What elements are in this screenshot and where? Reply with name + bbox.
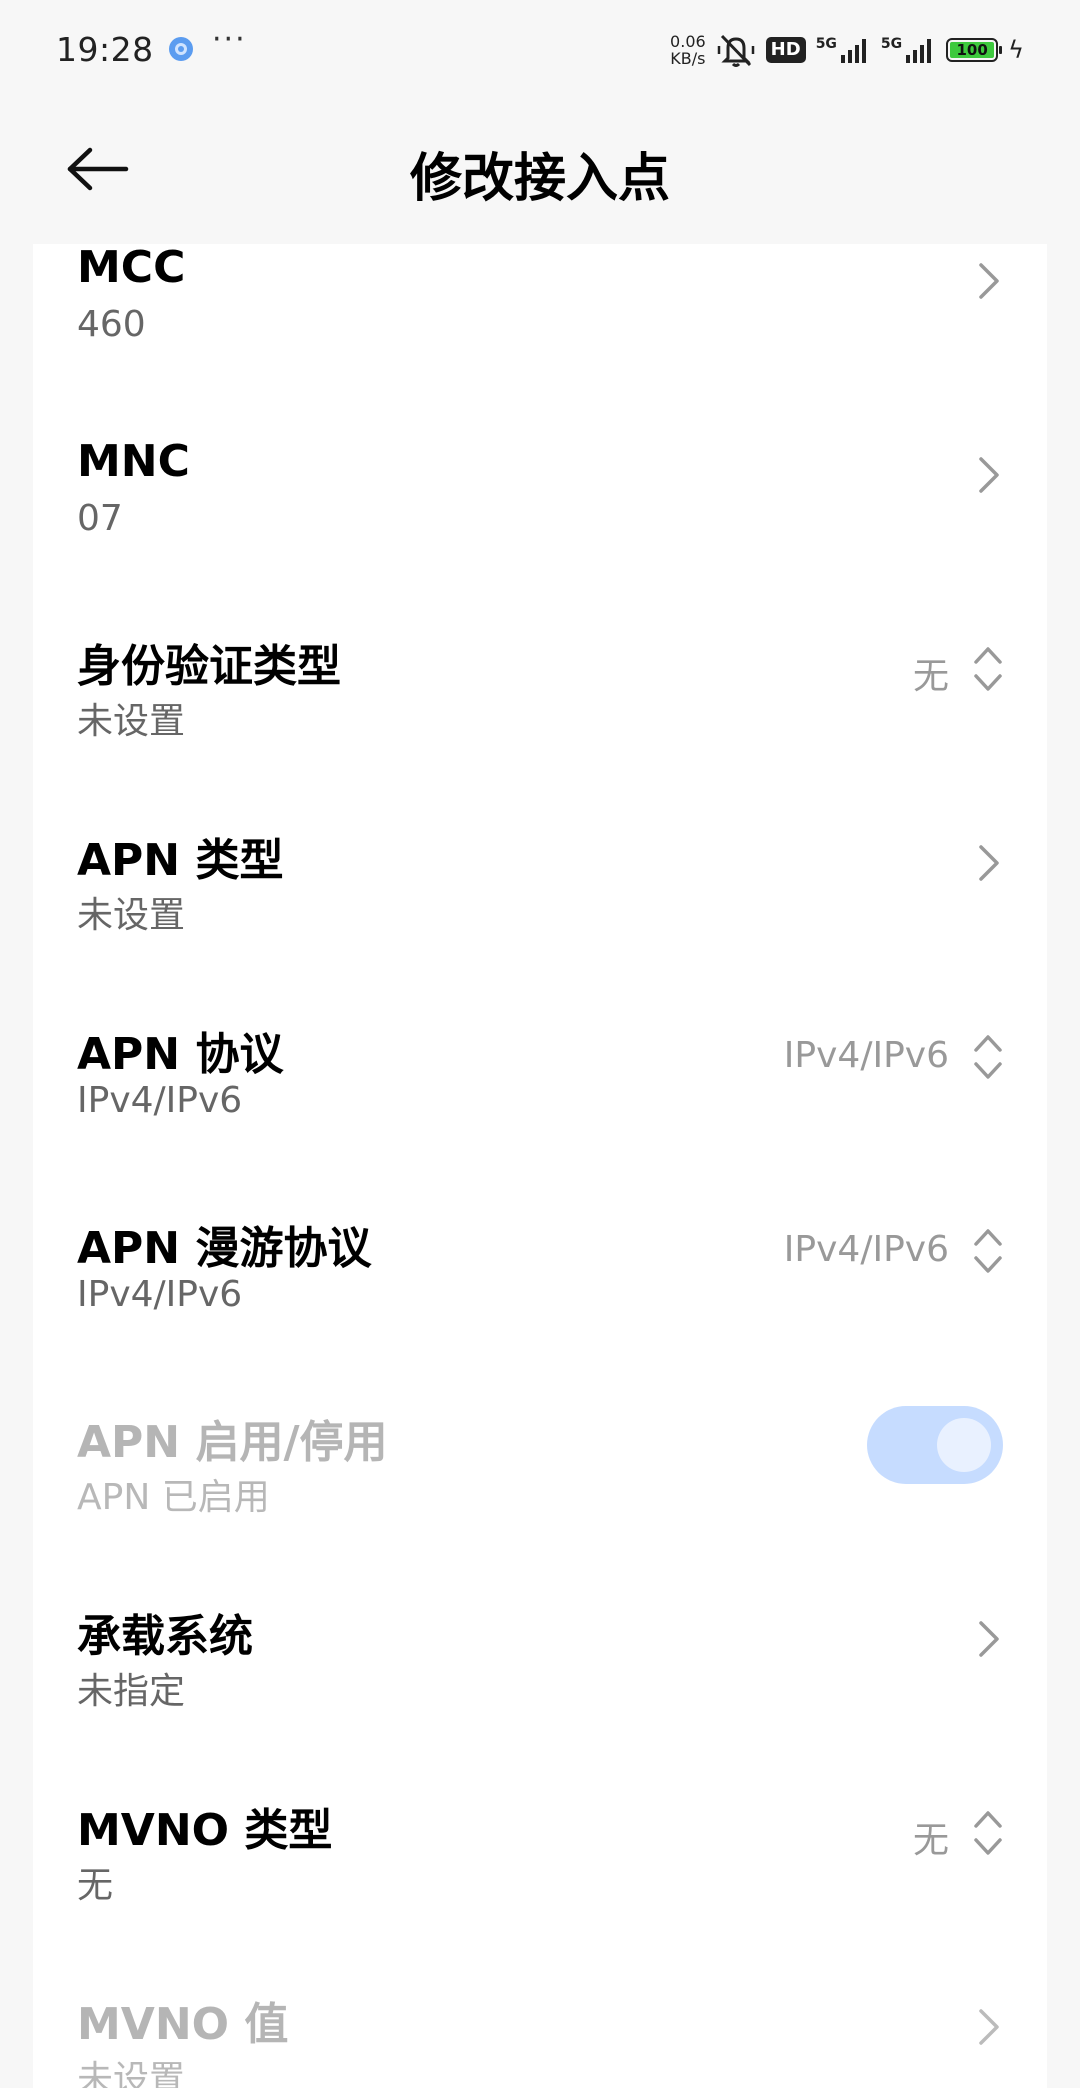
setting-row[interactable]: APN 协议 IPv4/IPv6 IPv4/IPv6 xyxy=(33,960,1047,1154)
hd-voice-icon: HD xyxy=(765,37,806,63)
dropdown-updown-icon xyxy=(974,1229,1002,1273)
status-indicators: 0.06 KB/s HD 5G 5G 100 ϟ xyxy=(670,26,1024,74)
setting-title: 身份验证类型 xyxy=(77,641,341,692)
dropdown-updown-icon xyxy=(974,647,1002,691)
signal-bars-icon xyxy=(840,39,866,63)
dropdown-updown-icon xyxy=(974,1035,1002,1079)
setting-row[interactable]: MVNO 类型无无 xyxy=(33,1736,1047,1930)
signal-strength-2: 5G xyxy=(881,37,936,63)
setting-row: MVNO 值未设置 xyxy=(33,1930,1047,2088)
setting-value-summary: 未指定 xyxy=(77,1671,186,1712)
setting-row[interactable]: APN 漫游协议 IPv4/IPv6 IPv4/IPv6 xyxy=(33,1154,1047,1348)
signal-strength-1: 5G xyxy=(816,37,871,63)
setting-row[interactable]: 承载系统 未指定 xyxy=(33,1542,1047,1736)
setting-title: MVNO 值 xyxy=(77,1999,289,2050)
setting-value-summary: 未设置 xyxy=(77,2059,186,2088)
network-type-2: 5G xyxy=(880,36,903,52)
setting-selected-value: IPv4/IPv6 xyxy=(783,1035,949,1076)
chevron-right-icon xyxy=(979,1621,999,1657)
setting-value-summary: 未设置 xyxy=(77,701,186,742)
setting-title: APN 启用/停用 xyxy=(77,1417,388,1468)
more-notifications-icon: ··· xyxy=(212,22,247,57)
dropdown-updown-icon xyxy=(974,1811,1002,1855)
network-speed-unit: KB/s xyxy=(670,49,706,68)
battery-level: 100 xyxy=(950,42,995,58)
setting-selected-value: IPv4/IPv6 xyxy=(783,1229,949,1270)
chevron-right-icon xyxy=(979,845,999,881)
apn-enable-toggle xyxy=(867,1406,1003,1484)
screen: 19:28 ··· 0.06 KB/s HD 5G 5G 100 ϟ 修改接入点… xyxy=(0,0,1080,2088)
setting-value-summary: APN 已启用 xyxy=(77,1477,270,1518)
status-bar: 19:28 ··· 0.06 KB/s HD 5G 5G 100 ϟ xyxy=(0,0,1080,100)
setting-value-summary: IPv4/IPv6 xyxy=(77,1274,243,1315)
setting-row: APN 启用/停用 APN 已启用 xyxy=(33,1348,1047,1542)
setting-row[interactable]: APN 类型未设置 xyxy=(33,766,1047,960)
setting-row[interactable]: MCC 460 xyxy=(33,184,1047,378)
setting-title: MNC xyxy=(77,436,190,487)
setting-title: APN 类型 xyxy=(77,835,284,886)
chevron-right-icon xyxy=(979,263,999,299)
setting-value-summary: 07 xyxy=(77,498,123,539)
settings-list: MCC 460 MNC 07 身份验证类型 未设置无 APN 类型 未设置 APN 协议 IPv4… xyxy=(33,242,1047,2088)
setting-value-summary: IPv4/IPv6 xyxy=(77,1080,243,1121)
setting-row[interactable]: MNC 07 xyxy=(33,378,1047,572)
setting-value-summary: 460 xyxy=(77,304,146,345)
setting-value-summary: 无 xyxy=(77,1865,114,1906)
app-notification-icon xyxy=(169,37,193,61)
toggle-knob xyxy=(937,1418,991,1472)
network-type-1: 5G xyxy=(815,36,837,52)
setting-title: 承载系统 xyxy=(77,1611,253,1662)
silent-mode-icon xyxy=(717,34,754,67)
status-time: 19:28 xyxy=(56,30,154,69)
setting-title: APN 漫游协议 xyxy=(77,1223,372,1274)
setting-title: MVNO 类型 xyxy=(77,1805,333,1856)
setting-selected-value: 无 xyxy=(912,656,949,697)
setting-selected-value: 无 xyxy=(912,1820,949,1861)
charging-icon: ϟ xyxy=(1008,36,1024,64)
chevron-right-icon xyxy=(979,457,999,493)
setting-title: MCC xyxy=(77,242,186,293)
setting-row[interactable]: 身份验证类型未设置 无 xyxy=(33,572,1047,766)
battery-icon: 100 xyxy=(946,38,1003,62)
network-speed: 0.06 KB/s xyxy=(670,33,706,67)
signal-bars-icon xyxy=(906,39,932,63)
chevron-right-icon xyxy=(979,2009,999,2045)
setting-value-summary: 未设置 xyxy=(77,895,186,936)
setting-title: APN 协议 xyxy=(77,1029,284,1080)
network-speed-value: 0.06 xyxy=(670,32,706,51)
